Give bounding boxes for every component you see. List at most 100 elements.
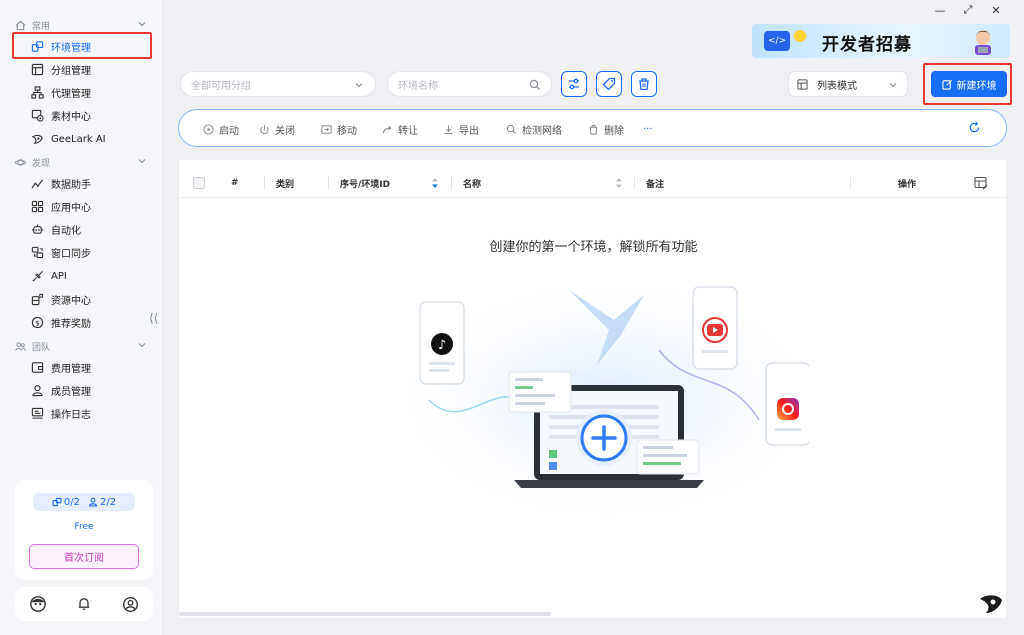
environment-name-search[interactable]: 环境名称 xyxy=(387,71,552,97)
delete-action[interactable]: 删除 xyxy=(588,122,624,137)
sort-icon[interactable] xyxy=(615,177,623,189)
sidebar-item-label: 资源中心 xyxy=(51,295,91,307)
transfer-action[interactable]: 转让 xyxy=(382,122,418,137)
sidebar-item-operation-log[interactable]: 操作日志 xyxy=(14,402,152,424)
env-usage: 0/2 xyxy=(52,497,80,508)
sidebar-item-billing[interactable]: 费用管理 xyxy=(14,356,152,378)
first-subscribe-button[interactable]: 首次订阅 xyxy=(29,544,139,569)
network-search-icon xyxy=(506,124,517,135)
chevron-down-icon xyxy=(136,18,148,30)
minimize-icon[interactable]: — xyxy=(934,4,946,17)
more-actions[interactable]: ··· xyxy=(643,122,653,136)
sidebar-item-window-sync[interactable]: 窗口同步 xyxy=(14,241,152,263)
col-operation: 操作 xyxy=(898,179,917,190)
sidebar: 常用 环境管理 分组管理 代理管理 素材中心 GeeLark AI 发现 数据助… xyxy=(0,0,163,635)
highlight-box-environment xyxy=(12,32,152,59)
sidebar-item-label: 窗口同步 xyxy=(51,248,91,260)
sidebar-bottom-bar xyxy=(15,587,153,621)
automation-icon xyxy=(30,222,44,236)
check-network-label: 检测网络 xyxy=(522,125,562,137)
svg-text:♪: ♪ xyxy=(438,338,446,353)
chevron-down-icon xyxy=(136,339,148,351)
sidebar-item-member[interactable]: 成员管理 xyxy=(14,379,152,401)
bell-icon[interactable] xyxy=(74,594,94,614)
close-action[interactable]: 关闭 xyxy=(259,122,295,137)
referral-reward-icon: $ xyxy=(30,315,44,329)
sidebar-item-label: 自动化 xyxy=(51,225,81,237)
sidebar-item-label: 应用中心 xyxy=(51,202,91,214)
app-center-icon xyxy=(30,199,44,213)
sidebar-item-referral-reward[interactable]: $ 推荐奖励 xyxy=(14,311,152,333)
close-label: 关闭 xyxy=(275,125,295,137)
horizontal-scrollbar[interactable] xyxy=(179,612,551,616)
sidebar-item-label: 代理管理 xyxy=(51,88,91,100)
highlight-box-new-environment xyxy=(923,63,1012,105)
sidebar-item-label: 推荐奖励 xyxy=(51,318,91,330)
sidebar-item-data-assistant[interactable]: 数据助手 xyxy=(14,172,152,194)
list-view-icon xyxy=(797,78,809,90)
transfer-label: 转让 xyxy=(398,125,418,137)
select-all-checkbox[interactable] xyxy=(193,177,205,189)
sidebar-item-app-center[interactable]: 应用中心 xyxy=(14,195,152,217)
filter-settings-button[interactable] xyxy=(561,71,587,97)
sidebar-item-group[interactable]: 分组管理 xyxy=(14,58,152,80)
member-icon xyxy=(88,497,98,507)
member-usage: 2/2 xyxy=(88,497,116,508)
window-controls: — ⤢ ✕ xyxy=(934,3,1002,17)
env-usage-value: 0/2 xyxy=(63,496,80,508)
operation-log-icon xyxy=(30,406,44,420)
svg-text:$: $ xyxy=(35,318,40,327)
developer-recruit-banner[interactable]: </> 开发者招募 xyxy=(752,24,1010,58)
group-title-team[interactable]: 团队 xyxy=(14,338,154,354)
col-index: # xyxy=(231,178,239,188)
sidebar-item-material[interactable]: 素材中心 xyxy=(14,104,152,126)
move-action[interactable]: 移动 xyxy=(321,122,357,137)
column-settings-icon[interactable] xyxy=(974,176,988,190)
plan-card: 0/2 2/2 Free 首次订阅 xyxy=(15,480,153,580)
sidebar-item-automation[interactable]: 自动化 xyxy=(14,218,152,240)
chevron-down-icon xyxy=(353,79,365,91)
member-icon xyxy=(30,383,44,397)
group-title-common[interactable]: 常用 xyxy=(14,17,154,33)
check-network-action[interactable]: 检测网络 xyxy=(506,122,562,137)
sidebar-item-proxy[interactable]: 代理管理 xyxy=(14,81,152,103)
planet-icon xyxy=(14,156,26,168)
code-icon: </> xyxy=(764,31,790,51)
sliders-icon xyxy=(569,78,579,90)
sidebar-item-resource-center[interactable]: 资源中心 xyxy=(14,288,152,310)
maximize-icon[interactable]: ⤢ xyxy=(962,3,974,16)
tag-button[interactable] xyxy=(596,71,622,97)
download-icon xyxy=(443,124,454,135)
sidebar-item-label: 素材中心 xyxy=(51,111,91,123)
user-profile-icon[interactable] xyxy=(120,594,140,614)
developer-avatar-icon xyxy=(970,27,996,55)
refresh-icon[interactable] xyxy=(968,121,982,135)
trash-icon xyxy=(588,124,599,135)
group-title-discover[interactable]: 发现 xyxy=(14,154,154,170)
power-icon xyxy=(259,124,270,135)
group-filter-select[interactable]: 全部可用分组 xyxy=(180,71,376,97)
col-category: 类别 xyxy=(276,179,295,190)
data-assistant-icon xyxy=(30,176,44,190)
search-icon xyxy=(529,79,541,91)
start-action[interactable]: 启动 xyxy=(203,122,239,137)
view-mode-select[interactable]: 列表模式 xyxy=(788,71,908,97)
move-icon xyxy=(321,124,332,135)
sidebar-item-geelark-ai[interactable]: GeeLark AI xyxy=(14,128,152,150)
group-title-label: 常用 xyxy=(32,21,51,32)
export-action[interactable]: 导出 xyxy=(443,122,479,137)
transfer-icon xyxy=(382,124,393,135)
empty-state-illustration: ♪ xyxy=(409,285,809,515)
col-serial-env-id[interactable]: 序号/环境ID xyxy=(340,168,390,198)
start-label: 启动 xyxy=(219,125,239,137)
plan-usage: 0/2 2/2 xyxy=(33,493,135,511)
more-label: ··· xyxy=(643,123,653,135)
close-icon[interactable]: ✕ xyxy=(990,4,1002,17)
sort-icon[interactable] xyxy=(431,177,439,189)
support-avatar-icon[interactable] xyxy=(28,594,48,614)
export-label: 导出 xyxy=(459,125,479,137)
sidebar-item-api[interactable]: API xyxy=(14,265,152,287)
recycle-bin-button[interactable] xyxy=(631,71,657,97)
collapse-sidebar-icon[interactable]: ⟨⟨ xyxy=(149,311,158,325)
sidebar-item-label: API xyxy=(51,270,67,282)
